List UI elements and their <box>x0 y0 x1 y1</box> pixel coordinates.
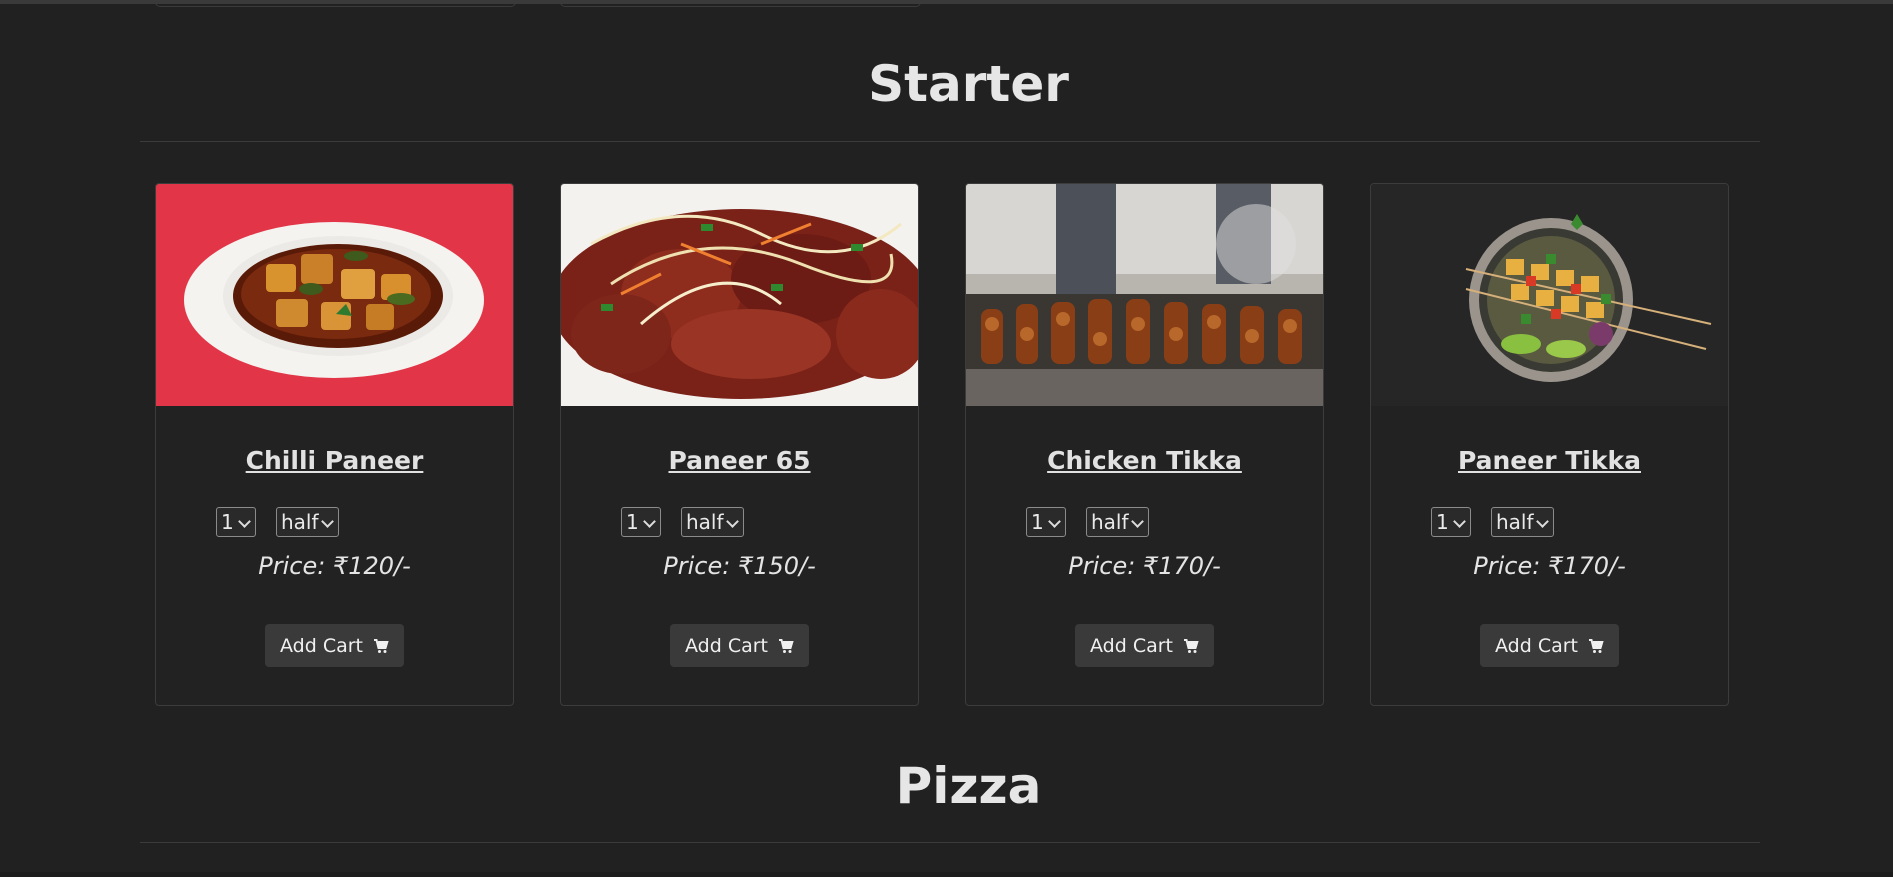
quantity-value: 1 <box>221 510 234 534</box>
section-title-starter: Starter <box>868 55 1069 113</box>
menu-card: Paneer 65 1 half Price: ₹150/- Add Cart <box>560 183 919 706</box>
portion-value: half <box>686 510 724 534</box>
add-cart-label: Add Cart <box>1495 634 1578 657</box>
chevron-down-icon <box>321 515 334 528</box>
cart-icon <box>1183 638 1199 654</box>
menu-card: Paneer Tikka 1 half Price: ₹170/- Add Ca… <box>1370 183 1729 706</box>
item-price: Price: ₹170/- <box>1473 552 1626 580</box>
section-title-pizza: Pizza <box>895 757 1042 815</box>
portion-value: half <box>1496 510 1534 534</box>
add-cart-label: Add Cart <box>685 634 768 657</box>
item-name-link[interactable]: Paneer Tikka <box>1371 446 1728 475</box>
chevron-down-icon <box>1536 515 1549 528</box>
food-image-chicken-tikka <box>966 184 1323 406</box>
item-name-link[interactable]: Chilli Paneer <box>156 446 513 475</box>
add-cart-button[interactable]: Add Cart <box>670 624 809 667</box>
quantity-value: 1 <box>1031 510 1044 534</box>
chevron-down-icon <box>1048 515 1061 528</box>
quantity-value: 1 <box>626 510 639 534</box>
quantity-select[interactable]: 1 <box>1431 507 1471 537</box>
section-divider <box>140 141 1760 142</box>
quantity-select[interactable]: 1 <box>621 507 661 537</box>
section-divider <box>140 842 1760 843</box>
add-cart-button[interactable]: Add Cart <box>265 624 404 667</box>
chevron-down-icon <box>1453 515 1466 528</box>
food-image-paneer-tikka <box>1371 184 1728 406</box>
item-name-link[interactable]: Paneer 65 <box>561 446 918 475</box>
cart-icon <box>1588 638 1604 654</box>
cart-icon <box>373 638 389 654</box>
menu-card: Chicken Tikka 1 half Price: ₹170/- Add C… <box>965 183 1324 706</box>
portion-value: half <box>1091 510 1129 534</box>
add-cart-button[interactable]: Add Cart <box>1480 624 1619 667</box>
quantity-select[interactable]: 1 <box>216 507 256 537</box>
quantity-select[interactable]: 1 <box>1026 507 1066 537</box>
item-price: Price: ₹150/- <box>663 552 816 580</box>
item-name-link[interactable]: Chicken Tikka <box>966 446 1323 475</box>
food-image-chilli-paneer <box>156 184 513 406</box>
chevron-down-icon <box>726 515 739 528</box>
cart-icon <box>778 638 794 654</box>
chevron-down-icon <box>1131 515 1144 528</box>
add-cart-button[interactable]: Add Cart <box>1075 624 1214 667</box>
bottom-edge <box>0 872 1893 877</box>
previous-card-edge <box>560 0 921 7</box>
chevron-down-icon <box>643 515 656 528</box>
add-cart-label: Add Cart <box>280 634 363 657</box>
portion-select[interactable]: half <box>1086 507 1149 537</box>
chevron-down-icon <box>238 515 251 528</box>
previous-card-edge <box>155 0 516 7</box>
food-image-paneer-65 <box>561 184 918 406</box>
quantity-value: 1 <box>1436 510 1449 534</box>
portion-value: half <box>281 510 319 534</box>
item-price: Price: ₹170/- <box>1068 552 1221 580</box>
portion-select[interactable]: half <box>1491 507 1554 537</box>
portion-select[interactable]: half <box>276 507 339 537</box>
add-cart-label: Add Cart <box>1090 634 1173 657</box>
portion-select[interactable]: half <box>681 507 744 537</box>
menu-card: Chilli Paneer 1 half Price: ₹120/- Add C… <box>155 183 514 706</box>
item-price: Price: ₹120/- <box>258 552 411 580</box>
